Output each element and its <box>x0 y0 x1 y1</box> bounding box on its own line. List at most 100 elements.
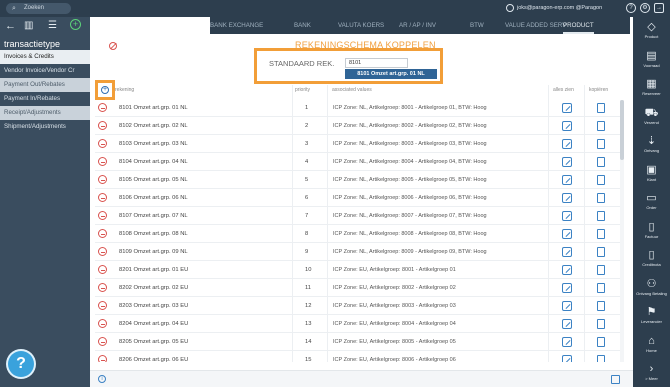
user-account[interactable]: joks@paragon-erp.com @Paragon <box>506 3 602 14</box>
copy-icon[interactable] <box>597 247 605 257</box>
remove-row-icon[interactable] <box>98 301 107 310</box>
tab-bank-exchange[interactable]: BANK EXCHANGE <box>210 17 263 34</box>
nav-klant[interactable]: ▣ Klant <box>633 164 670 182</box>
edit-icon[interactable] <box>562 355 572 362</box>
edit-icon[interactable] <box>562 139 572 149</box>
copy-icon[interactable] <box>597 319 605 329</box>
copy-icon[interactable] <box>597 211 605 221</box>
nav-home[interactable]: ⌂ Home <box>633 335 670 353</box>
info-icon[interactable]: i <box>98 375 106 383</box>
tab-valuta-koers[interactable]: VALUTA KOERS <box>338 17 384 34</box>
edit-icon[interactable] <box>562 175 572 185</box>
sidebar-title: transactietype <box>4 39 61 49</box>
edit-icon[interactable] <box>562 193 572 203</box>
block-icon[interactable] <box>109 42 117 50</box>
associated-values-cell: ICP Zone: NL, Artikelgroep: 8002 - Artik… <box>333 123 487 129</box>
search-input[interactable]: ⌕ Zoeken <box>6 3 71 14</box>
copy-icon[interactable] <box>597 301 605 311</box>
sidebar-item[interactable]: Invoices & Credits <box>0 50 90 64</box>
copy-icon[interactable] <box>597 139 605 149</box>
nav-verzend[interactable]: ⛟ Verzend <box>633 107 670 125</box>
standard-account-suggestion[interactable]: 8101 Omzet art.grp. 01 NL <box>345 69 437 79</box>
nav-creditnota[interactable]: ▯ Creditnota <box>633 249 670 267</box>
table-row: 8108 Omzet art.grp. 08 NL 8 ICP Zone: NL, … <box>95 225 620 243</box>
edit-icon[interactable] <box>562 229 572 239</box>
remove-row-icon[interactable] <box>98 355 107 362</box>
nav-meer[interactable]: › > Meer <box>633 363 670 381</box>
edit-icon[interactable] <box>562 265 572 275</box>
edit-icon[interactable] <box>562 121 572 131</box>
remove-row-icon[interactable] <box>98 157 107 166</box>
associated-values-cell: ICP Zone: NL, Artikelgroep: 8009 - Artik… <box>333 249 487 255</box>
copy-icon[interactable] <box>597 355 605 362</box>
remove-row-icon[interactable] <box>98 247 107 256</box>
edit-icon[interactable] <box>562 157 572 167</box>
copy-icon[interactable] <box>597 337 605 347</box>
associated-values-cell: ICP Zone: NL, Artikelgroep: 8003 - Artik… <box>333 141 487 147</box>
nav-reserveer[interactable]: ▦ Reserveer <box>633 78 670 96</box>
priority-cell: 5 <box>305 177 309 183</box>
nav-order[interactable]: ▭ Order <box>633 192 670 210</box>
copy-icon[interactable] <box>597 265 605 275</box>
chart-icon[interactable]: ▥ <box>24 20 33 31</box>
copy-icon[interactable] <box>597 229 605 239</box>
nav-ontvang-betaling[interactable]: ⚇ Ontvang Betaling <box>633 278 670 296</box>
edit-icon[interactable] <box>562 301 572 311</box>
table-row: 8206 Omzet art.grp. 06 EU 15 ICP Zone: EU,… <box>95 351 620 362</box>
edit-icon[interactable] <box>562 283 572 293</box>
edit-icon[interactable] <box>562 103 572 113</box>
edit-icon[interactable] <box>562 247 572 257</box>
copy-icon[interactable] <box>597 157 605 167</box>
remove-row-icon[interactable] <box>98 283 107 292</box>
sidebar-item[interactable]: Receipt/Adjustments <box>0 106 90 120</box>
help-button[interactable]: ? <box>8 351 34 377</box>
remove-row-icon[interactable] <box>98 139 107 148</box>
remove-row-icon[interactable] <box>98 103 107 112</box>
nav-ontvang[interactable]: ⇣ Ontvang <box>633 135 670 153</box>
back-arrow-icon[interactable]: ← <box>5 20 16 32</box>
tab-product[interactable]: PRODUCT <box>563 17 594 34</box>
add-row-icon[interactable]: + <box>101 86 109 94</box>
copy-icon[interactable] <box>597 103 605 113</box>
standard-account-input[interactable]: 8101 <box>345 58 408 68</box>
remove-row-icon[interactable] <box>98 265 107 274</box>
tab-btw[interactable]: BTW <box>470 17 484 34</box>
tab-value-added-serv[interactable]: VALUE ADDED SERV <box>505 17 566 34</box>
associated-values-cell: ICP Zone: EU, Artikelgroep: 8002 - Artik… <box>333 285 456 291</box>
sidebar-item[interactable]: Payment In/Rebates <box>0 92 90 106</box>
remove-row-icon[interactable] <box>98 337 107 346</box>
edit-icon[interactable] <box>562 211 572 221</box>
remove-row-icon[interactable] <box>98 229 107 238</box>
tab-bank[interactable]: BANK <box>294 17 311 34</box>
edit-icon[interactable] <box>562 319 572 329</box>
logout-icon[interactable]: → <box>654 3 664 13</box>
remove-row-icon[interactable] <box>98 211 107 220</box>
help-icon[interactable]: ? <box>626 3 636 13</box>
sidebar-item[interactable]: Payment Out/Rebates <box>0 78 90 92</box>
scrollbar-thumb[interactable] <box>620 100 624 160</box>
settings-icon[interactable]: ⚙ <box>640 3 650 13</box>
remove-row-icon[interactable] <box>98 319 107 328</box>
save-icon[interactable] <box>611 375 620 384</box>
nav-voorraad[interactable]: ▤ Voorraad <box>633 50 670 68</box>
copy-icon[interactable] <box>597 121 605 131</box>
remove-row-icon[interactable] <box>98 175 107 184</box>
remove-row-icon[interactable] <box>98 121 107 130</box>
account-cell: 8106 Omzet art.grp. 06 NL <box>119 195 188 201</box>
sidebar-item[interactable]: Shipment/Adjustments <box>0 120 90 134</box>
copy-icon[interactable] <box>597 283 605 293</box>
list-icon[interactable]: ☰ <box>48 20 57 31</box>
column-header-priority[interactable]: priority <box>295 85 310 96</box>
nav-leverancier[interactable]: ⚑ Leverancier <box>633 306 670 324</box>
copy-icon[interactable] <box>597 193 605 203</box>
nav-factuur[interactable]: ▯ Factuur <box>633 221 670 239</box>
nav-product[interactable]: ◇ Product <box>633 21 670 39</box>
remove-row-icon[interactable] <box>98 193 107 202</box>
edit-icon[interactable] <box>562 337 572 347</box>
tab-ar-ap-inv[interactable]: AR / AP / INV <box>399 17 436 34</box>
copy-icon[interactable] <box>597 175 605 185</box>
sidebar-item[interactable]: Vendor Invoice/Vendor Cr <box>0 64 90 78</box>
add-icon[interactable]: + <box>70 19 81 30</box>
nav-label: Klant <box>646 176 657 182</box>
table-scrollbar[interactable] <box>620 100 624 362</box>
